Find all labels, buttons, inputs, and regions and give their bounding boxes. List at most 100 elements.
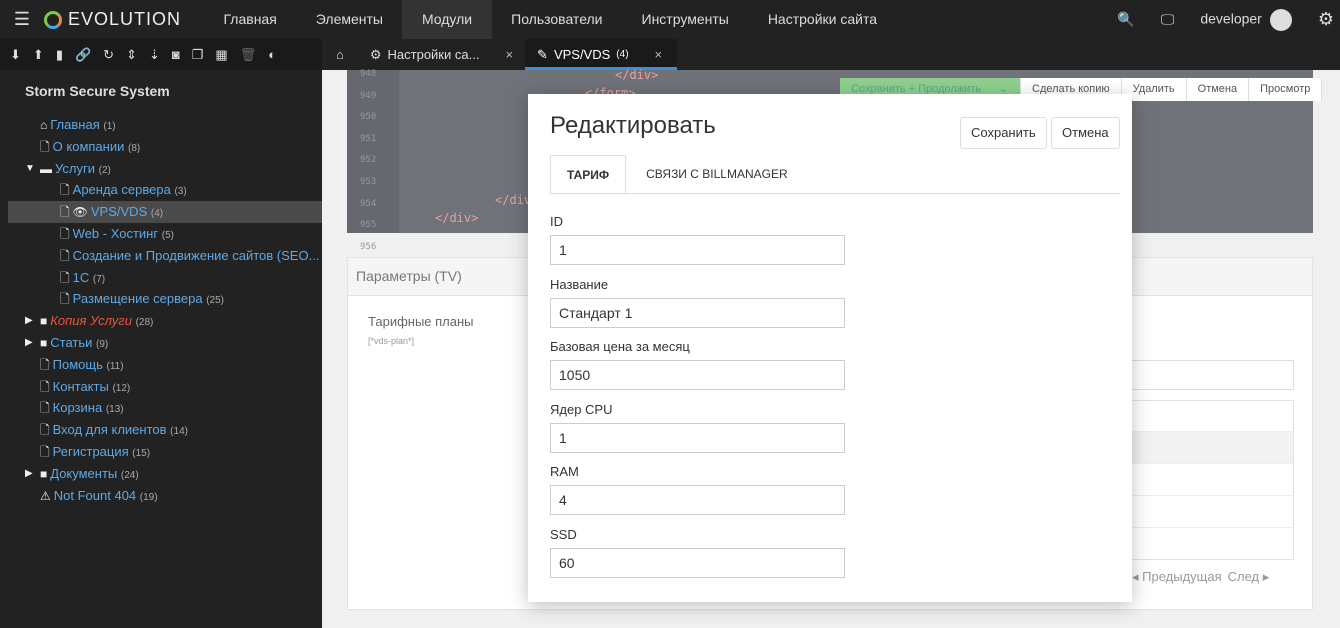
tree-item-count: (13) [105,404,124,416]
file-icon: 🗋 [40,139,50,154]
tree-item-count: (24) [120,469,139,481]
field-input[interactable]: 1 [550,235,845,265]
chevron-right-icon[interactable]: ▶ [25,332,33,354]
settings-gears-icon[interactable]: ⚙ [1318,9,1334,30]
grid-icon[interactable]: ▦ [215,47,227,63]
tree-item-count: (19) [139,491,158,503]
tv-search-input[interactable] [1128,360,1294,390]
tab-home[interactable]: ⌂ [322,39,358,70]
tree-item-count: (1) [103,121,116,132]
field-input[interactable]: Стандарт 1 [550,297,845,328]
tree-item-count: (25) [206,295,225,307]
menu-item[interactable]: Главная [204,0,296,39]
tree-item[interactable]: 🗋 Помощь (11) [0,354,322,376]
tree-item-label: Документы [50,465,118,481]
tree-item-count: (3) [174,186,187,198]
sort-icon[interactable]: ⇕ [126,47,137,63]
field-input[interactable]: 60 [550,547,845,578]
chevron-right-icon[interactable]: ▶ [25,463,33,485]
file-icon: 🗋 [40,379,50,394]
prev-page-button[interactable]: ◂ Предыдущая [1132,569,1222,585]
trash-icon[interactable]: 🗑 [240,47,257,63]
file-icon[interactable]: ▮ [56,47,63,63]
tree-item-label: Аренда сервера [72,182,171,198]
pager: ◂ Предыдущая След ▸ [1132,569,1269,585]
tree-item[interactable]: 🗋 О компании (8) [0,136,322,158]
table-row[interactable] [1129,464,1293,496]
tree-item[interactable]: 🗋 Аренда сервера (3) [0,179,322,201]
save-button[interactable]: Сохранить [960,117,1047,149]
tab-billmanager[interactable]: СВЯЗИ С BILLMANAGER [626,155,804,193]
tree-item[interactable]: ⚠ Not Fount 404 (19) [0,485,322,507]
arrow-down-circle-icon[interactable]: ⬇ [10,47,21,63]
next-page-button[interactable]: След ▸ [1228,569,1270,585]
camera-icon[interactable]: ◙ [172,47,180,62]
menu-item[interactable]: Настройки сайта [748,0,896,39]
tree-item[interactable]: 🗋 Web - Хостинг (5) [0,223,322,245]
tab-tariff[interactable]: ТАРИФ [550,155,627,195]
menu-item[interactable]: Инструменты [622,0,748,39]
form-field: SSD 60 [550,527,845,578]
table-row[interactable] [1129,432,1293,464]
table-row[interactable] [1129,496,1293,528]
sidebar: ⬇ ⬆ ▮ 🔗 ↻ ⇕ ⇣ ◙ ❐ ▦ 🗑 ◐ Storm Secure System ⌂ Главна… [0,39,322,628]
field-input[interactable]: 4 [550,485,845,515]
tree-item-label: Статьи [50,334,93,350]
refresh-icon[interactable]: ↻ [103,47,114,63]
field-label: Название [550,276,609,292]
contrast-icon[interactable]: ◐ [268,47,276,62]
menu-item[interactable]: Пользователи [492,0,622,39]
tree-item[interactable]: 🗋 👁 VPS/VDS (4) [8,201,322,223]
tree-item[interactable]: 🗋 Контакты (12) [0,376,322,398]
field-input[interactable]: 1 [550,422,845,453]
tree-item-label: Главная [50,117,100,132]
cancel-button[interactable]: Отмена [1187,78,1250,101]
user-menu[interactable]: developer [1200,8,1292,31]
tab-vps-vds[interactable]: ✎ VPS/VDS (4) × [525,39,678,70]
field-label: RAM [550,464,579,479]
tree-item[interactable]: 🗋 Регистрация (15) [0,441,322,463]
tree-item-count: (2) [98,164,111,176]
search-icon[interactable]: 🔍 [1117,11,1134,28]
tree-item[interactable]: 🗋 Вход для клиентов (14) [0,419,322,441]
line-number: 952 [360,155,377,166]
chevron-down-icon[interactable]: ▼ [25,158,35,180]
menu-item[interactable]: Модули [402,0,492,39]
hamburger-menu-icon[interactable]: ☰ [0,9,44,30]
link-icon[interactable]: 🔗 [75,47,91,63]
tv-table [1128,400,1294,560]
form-field: Базовая цена за месяц 1050 [550,339,845,390]
tab-site-settings[interactable]: ⚙ Настройки са... × [358,39,525,70]
field-label: Базовая цена за месяц [550,339,690,354]
tree-item[interactable]: 🗋 Корзина (13) [0,397,322,419]
tree-item-count: (11) [106,360,124,372]
preview-button[interactable]: Просмотр [1249,78,1323,101]
tree-item-count: (5) [161,229,174,241]
arrow-up-circle-icon[interactable]: ⬆ [33,47,44,63]
tree-item[interactable]: ▶ ■ Копия Услуги (28) [0,310,322,332]
field-input[interactable]: 1050 [550,360,845,390]
line-number: 949 [360,90,377,101]
logo[interactable]: EVOLUTION [44,9,204,30]
tree-item-label: О компании [52,138,125,154]
tree-item[interactable]: ▼ ▬ Услуги (2) [0,158,322,180]
username: developer [1200,10,1262,27]
close-icon[interactable]: × [655,39,663,67]
tree-item[interactable]: ▶ ■ Документы (24) [0,463,322,485]
tree-item[interactable]: ▶ ■ Статьи (9) [0,332,322,354]
file-icon: 🗋 [60,248,70,263]
close-icon[interactable]: × [505,39,513,70]
menu-item[interactable]: Элементы [296,0,402,39]
tree-item[interactable]: 🗋 Размещение сервера (25) [0,288,322,310]
folder-icon: ■ [40,314,48,329]
copy-icon[interactable]: ❐ [192,47,204,63]
sort-numeric-icon[interactable]: ⇣ [149,47,160,63]
monitor-icon[interactable]: 🖵 [1161,11,1175,28]
tree-item[interactable]: 🗋 1С (7) [0,267,322,289]
site-name[interactable]: Storm Secure System [0,70,322,114]
tree-item[interactable]: ⌂ Главная (1) [0,114,322,136]
cancel-button[interactable]: Отмена [1051,117,1120,149]
chevron-right-icon[interactable]: ▶ [25,310,33,332]
tree-item[interactable]: 🗋 Создание и Продвижение сайтов (SEO... [0,245,322,267]
tree-item-count: (9) [96,338,109,350]
